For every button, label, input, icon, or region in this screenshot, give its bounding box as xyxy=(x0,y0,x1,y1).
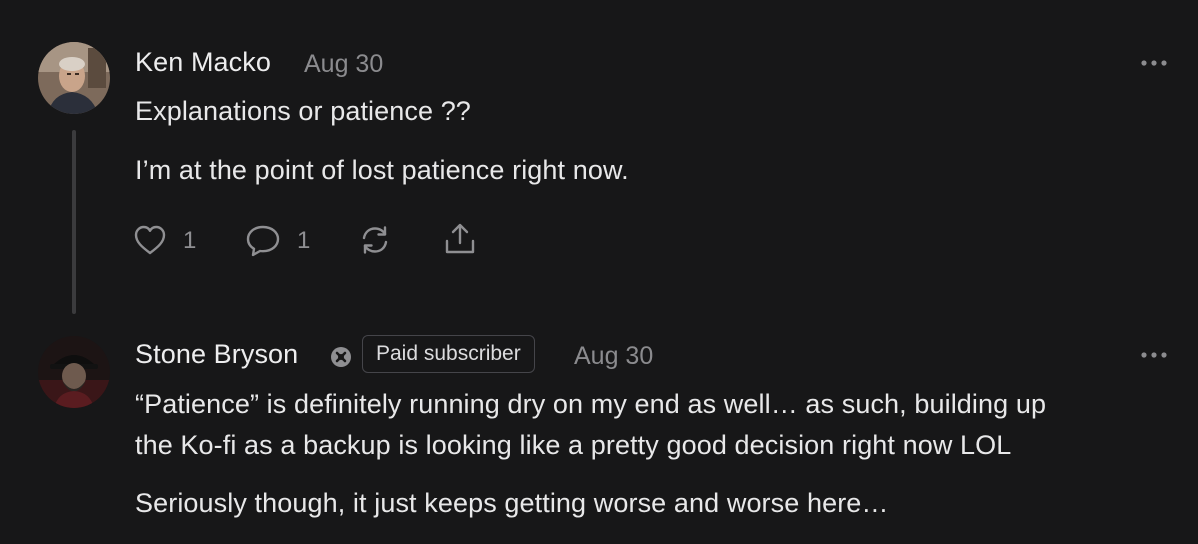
restack-icon[interactable] xyxy=(358,223,392,257)
like-count: 1 xyxy=(183,227,197,254)
author-name[interactable]: Ken Macko xyxy=(135,47,271,78)
comment-stone-bryson: Stone Bryson Paid subscriber Aug 30 “Pat… xyxy=(0,320,1198,544)
avatar-photo xyxy=(38,336,110,408)
avatar[interactable] xyxy=(38,336,110,408)
ellipsis-icon[interactable] xyxy=(1140,349,1168,361)
comment-text: I’m at the point of lost patience right … xyxy=(135,155,629,185)
subscriber-badge-icon xyxy=(331,347,351,367)
reply-count: 1 xyxy=(297,227,311,254)
ellipsis-icon[interactable] xyxy=(1140,57,1168,69)
share-icon[interactable] xyxy=(442,221,478,257)
thread-line xyxy=(72,130,76,314)
comment-ken-macko: Ken Macko Aug 30 Explanations or patienc… xyxy=(0,0,1198,320)
comment-date[interactable]: Aug 30 xyxy=(574,342,653,371)
paid-subscriber-badge: Paid subscriber xyxy=(362,335,535,373)
comment-text: Seriously though, it just keeps getting … xyxy=(135,488,889,518)
comment-date[interactable]: Aug 30 xyxy=(304,50,383,79)
comment-bubble-icon[interactable] xyxy=(244,223,282,259)
author-name[interactable]: Stone Bryson xyxy=(135,339,298,370)
avatar-photo xyxy=(38,42,110,114)
heart-icon[interactable] xyxy=(133,224,167,256)
comment-text: the Ko-fi as a backup is looking like a … xyxy=(135,430,1012,460)
comment-text: “Patience” is definitely running dry on … xyxy=(135,389,1047,419)
comment-text: Explanations or patience ?? xyxy=(135,96,471,126)
avatar[interactable] xyxy=(38,42,110,114)
